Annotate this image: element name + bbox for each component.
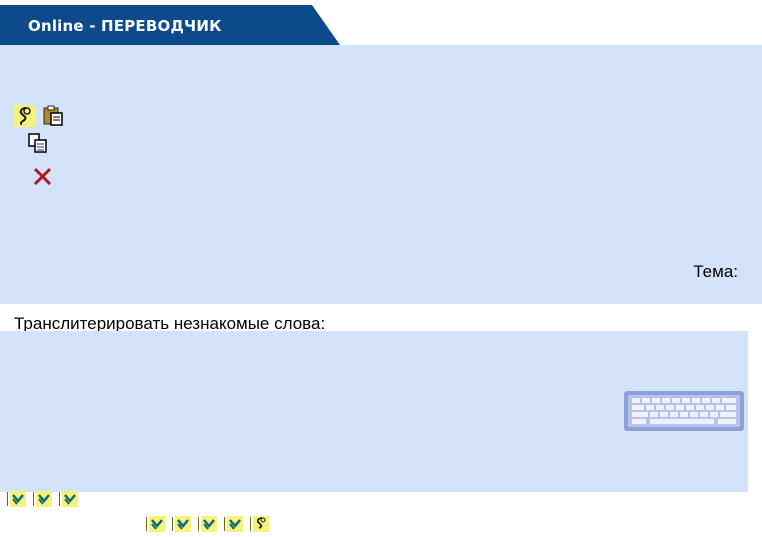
source-panel — [0, 45, 762, 304]
language-buttons-left — [7, 491, 85, 507]
copy-icon[interactable] — [27, 132, 49, 154]
direction-icon[interactable] — [36, 491, 52, 507]
direction-icon[interactable] — [227, 516, 243, 532]
app-header-tab: Online - ПЕРЕВОДЧИК — [0, 5, 340, 45]
separator — [172, 517, 173, 531]
separator — [198, 517, 199, 531]
direction-icon[interactable] — [201, 516, 217, 532]
paste-icon[interactable] — [42, 104, 64, 126]
virtual-keyboard-icon[interactable] — [624, 391, 744, 431]
app-title: Online - ПЕРЕВОДЧИК — [28, 17, 222, 35]
translate-small-icon[interactable] — [253, 516, 269, 532]
separator — [224, 517, 225, 531]
separator — [146, 517, 147, 531]
separator — [250, 517, 251, 531]
separator — [7, 492, 8, 506]
direction-icon[interactable] — [10, 491, 26, 507]
direction-icon[interactable] — [149, 516, 165, 532]
direction-icon[interactable] — [175, 516, 191, 532]
direction-icon[interactable] — [62, 491, 78, 507]
topic-label: Тема: — [693, 262, 738, 281]
language-buttons-center — [146, 516, 276, 532]
delete-icon[interactable] — [31, 164, 53, 186]
separator — [59, 492, 60, 506]
separator — [33, 492, 34, 506]
translate-icon[interactable] — [14, 105, 36, 127]
